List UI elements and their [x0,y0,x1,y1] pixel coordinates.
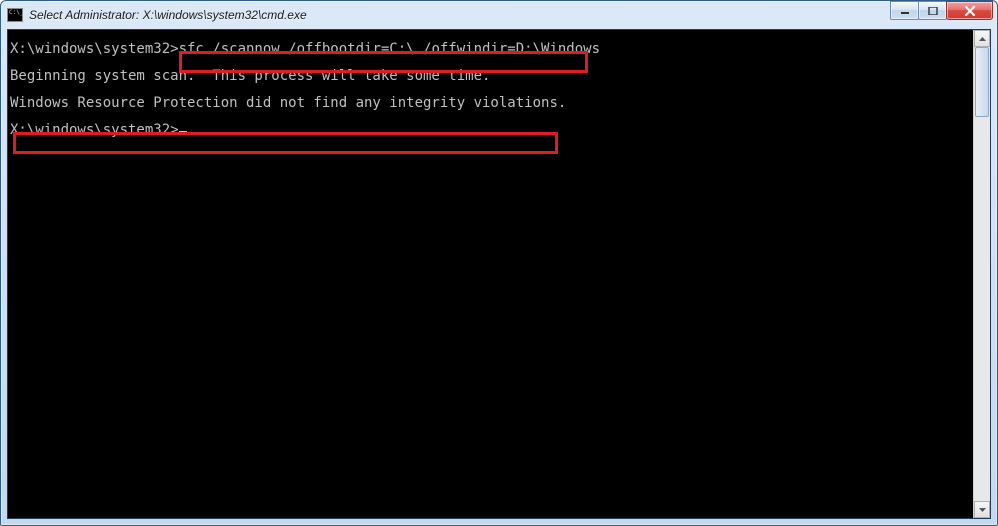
scroll-track[interactable] [974,47,990,501]
cmd-icon [7,8,23,22]
prompt: X:\windows\system32> [10,41,179,57]
console-line: X:\windows\system32>sfc /scannow /offboo… [10,36,971,63]
minimize-button[interactable] [890,1,919,20]
vertical-scrollbar[interactable] [973,30,990,518]
console-line: X:\windows\system32> [10,117,971,144]
cursor-icon [179,131,187,133]
command-text: sfc /scannow /offbootdir=C:\ /offwindir=… [179,41,600,57]
console-output[interactable]: X:\windows\system32>sfc /scannow /offboo… [8,30,973,518]
window-title: Select Administrator: X:\windows\system3… [29,8,991,22]
prompt: X:\windows\system32> [10,122,179,138]
scroll-down-button[interactable] [974,501,990,518]
client-area: X:\windows\system32>sfc /scannow /offboo… [7,29,991,519]
scroll-up-button[interactable] [974,30,990,47]
application-window: Select Administrator: X:\windows\system3… [0,0,998,526]
maximize-button[interactable] [918,1,947,20]
console-line: Windows Resource Protection did not find… [10,90,971,117]
window-controls [891,1,993,20]
scroll-thumb[interactable] [975,47,989,117]
console-line: Beginning system scan. This process will… [10,63,971,90]
titlebar[interactable]: Select Administrator: X:\windows\system3… [1,1,997,29]
close-button[interactable] [946,1,993,20]
